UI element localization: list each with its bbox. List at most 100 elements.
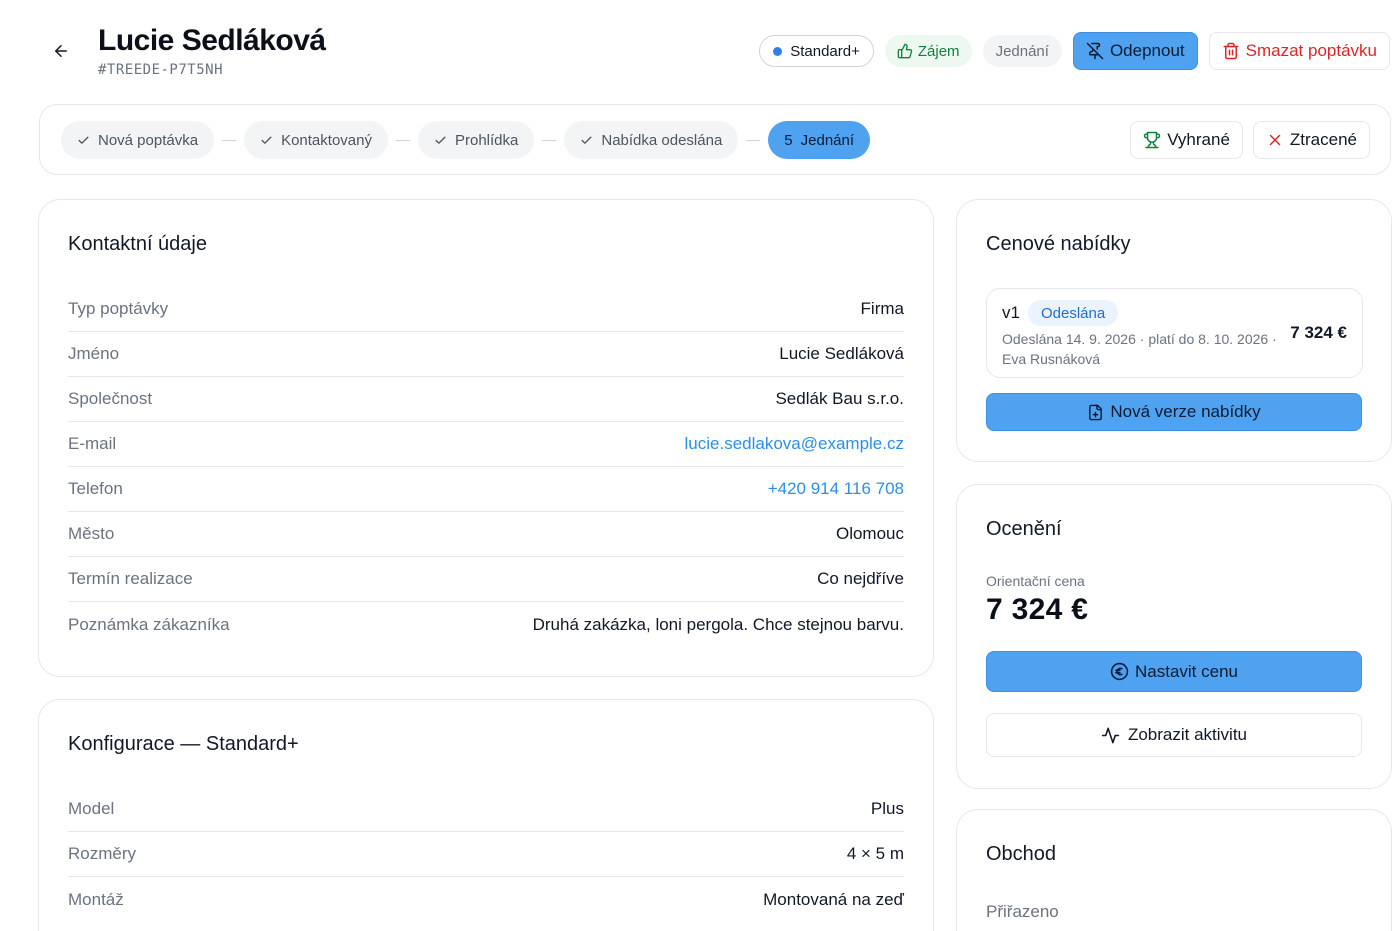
contact-row-phone: Telefon +420 914 116 708 xyxy=(68,467,904,512)
configuration-card: Konfigurace — Standard+ Model Plus Rozmě… xyxy=(38,699,934,931)
contact-rows: Typ poptávky Firma Jméno Lucie Sedláková… xyxy=(68,287,904,647)
show-activity-label: Zobrazit aktivitu xyxy=(1127,725,1248,744)
offer-item[interactable]: v1 Odeslána Odeslána 14. 9. 2026 · platí… xyxy=(986,288,1363,378)
activity-icon xyxy=(1101,727,1120,743)
row-label: Rozměry xyxy=(68,844,137,863)
new-offer-version-label: Nová verze nabídky xyxy=(1110,402,1261,421)
interest-badge[interactable]: Zájem xyxy=(884,35,972,67)
delete-inquiry-button[interactable]: Smazat poptávku xyxy=(1208,32,1390,70)
pin-off-icon xyxy=(1086,42,1104,60)
assigned-label: Přiřazeno xyxy=(986,902,1059,921)
inquiry-id: #TREEDE-P7T5NH xyxy=(98,62,224,78)
pipeline-bar: Nová poptávka Kontaktovaný Prohlídka Nab… xyxy=(39,104,1391,175)
page-title: Lucie Sedláková xyxy=(98,24,326,57)
config-row-dimensions: Rozměry 4 × 5 m xyxy=(68,832,904,877)
show-activity-button[interactable]: Zobrazit aktivitu xyxy=(986,713,1362,757)
contact-row-city: Město Olomouc xyxy=(68,512,904,557)
stage-badge-label: Jednání xyxy=(995,42,1049,60)
row-label: Jméno xyxy=(68,344,120,363)
estimated-price-label: Orientační cena xyxy=(986,573,1085,589)
unpin-button-label: Odepnout xyxy=(1109,41,1185,60)
set-price-button[interactable]: Nastavit cenu xyxy=(986,651,1362,692)
set-price-label: Nastavit cenu xyxy=(1135,661,1238,681)
contact-row-company: Společnost Sedlák Bau s.r.o. xyxy=(68,377,904,422)
step-offer-sent[interactable]: Nabídka odeslána xyxy=(564,121,739,159)
row-value: 4 × 5 m xyxy=(846,844,904,863)
pipeline-steps: Nová poptávka Kontaktovaný Prohlídka Nab… xyxy=(61,121,871,159)
price-offers-card: Cenové nabídky v1 Odeslána Odeslána 14. … xyxy=(956,199,1392,462)
row-label: Společnost xyxy=(68,389,153,408)
contact-row-type: Typ poptávky Firma xyxy=(68,287,904,332)
step-label: Prohlídka xyxy=(454,131,519,149)
status-dot xyxy=(773,46,783,56)
step-separator xyxy=(222,139,237,141)
row-value: Sedlák Bau s.r.o. xyxy=(775,389,904,408)
won-button-label: Vyhrané xyxy=(1167,130,1230,149)
row-label: Poznámka zákazníka xyxy=(68,614,230,634)
header-actions: Standard+ Zájem Jednání Odepnout Smazat … xyxy=(759,32,1390,70)
trash-icon xyxy=(1223,42,1239,60)
config-row-model: Model Plus xyxy=(68,787,904,832)
contact-card: Kontaktní údaje Typ poptávky Firma Jméno… xyxy=(38,199,934,677)
outcome-buttons: Vyhrané Ztracené xyxy=(1130,121,1370,159)
lost-button-label: Ztracené xyxy=(1289,130,1357,149)
back-button[interactable] xyxy=(46,36,76,66)
row-label: Typ poptávky xyxy=(68,299,169,318)
new-offer-version-button[interactable]: Nová verze nabídky xyxy=(986,393,1362,431)
step-label: Nová poptávka xyxy=(98,131,199,149)
file-plus-icon xyxy=(1089,404,1103,420)
deal-card: Obchod Přiřazeno xyxy=(956,809,1392,931)
email-link[interactable]: lucie.sedlakova@example.cz xyxy=(685,434,904,454)
row-value: Druhá zakázka, loni pergola. Chce stejno… xyxy=(532,614,904,634)
interest-badge-label: Zájem xyxy=(917,42,960,60)
contact-card-title: Kontaktní údaje xyxy=(68,233,207,255)
contact-row-note: Poznámka zákazníka Druhá zakázka, loni p… xyxy=(68,602,904,647)
euro-circle-icon xyxy=(1110,662,1129,681)
row-value: Olomouc xyxy=(835,524,904,543)
offer-price: 7 324 € xyxy=(1290,323,1347,342)
check-icon xyxy=(581,136,592,144)
contact-row-deadline: Termín realizace Co nejdříve xyxy=(68,557,904,602)
check-icon xyxy=(78,136,89,144)
price-offers-title: Cenové nabídky xyxy=(986,233,1131,255)
row-label: Město xyxy=(68,524,115,543)
row-value: Firma xyxy=(860,299,904,318)
phone-link[interactable]: +420 914 116 708 xyxy=(768,479,904,499)
row-label: Montáž xyxy=(68,889,124,909)
row-value: Montovaná na zeď xyxy=(763,889,904,909)
step-label: Jednání xyxy=(800,131,855,149)
step-new-inquiry[interactable]: Nová poptávka xyxy=(61,121,215,159)
configuration-rows: Model Plus Rozměry 4 × 5 m Montáž Montov… xyxy=(68,787,904,922)
pricing-card-title: Ocenění xyxy=(986,518,1062,540)
configuration-card-title: Konfigurace — Standard+ xyxy=(68,733,299,755)
x-icon xyxy=(1269,134,1281,146)
unpin-button[interactable]: Odepnout xyxy=(1072,32,1198,70)
step-contacted[interactable]: Kontaktovaný xyxy=(244,121,388,159)
step-label: Nabídka odeslána xyxy=(601,131,723,149)
config-row-mounting: Montáž Montovaná na zeď xyxy=(68,877,904,922)
trophy-icon xyxy=(1143,131,1161,149)
delete-inquiry-label: Smazat poptávku xyxy=(1245,41,1377,60)
variant-badge[interactable]: Standard+ xyxy=(759,35,874,67)
thumbs-up-icon xyxy=(897,43,913,59)
step-separator xyxy=(542,139,557,141)
offer-status-badge: Odeslána xyxy=(1028,300,1119,326)
won-button[interactable]: Vyhrané xyxy=(1130,121,1243,159)
offer-version: v1 xyxy=(1002,303,1020,322)
offer-meta: Odeslána 14. 9. 2026 · platí do 8. 10. 2… xyxy=(1002,331,1277,367)
step-viewing[interactable]: Prohlídka xyxy=(417,121,535,159)
row-label: E-mail xyxy=(68,434,117,453)
contact-row-name: Jméno Lucie Sedláková xyxy=(68,332,904,377)
step-separator xyxy=(395,139,410,141)
pricing-card: Ocenění Orientační cena 7 324 € Nastavit… xyxy=(956,484,1392,789)
check-icon xyxy=(435,136,446,144)
contact-row-email: E-mail lucie.sedlakova@example.cz xyxy=(68,422,904,467)
variant-badge-label: Standard+ xyxy=(790,42,860,60)
lost-button[interactable]: Ztracené xyxy=(1252,121,1370,159)
row-label: Telefon xyxy=(68,479,123,498)
check-icon xyxy=(261,136,272,144)
stage-badge[interactable]: Jednání xyxy=(982,35,1062,67)
arrow-left-icon xyxy=(55,45,67,57)
step-negotiation[interactable]: 5 Jednání xyxy=(768,121,871,159)
row-label: Model xyxy=(68,799,115,818)
